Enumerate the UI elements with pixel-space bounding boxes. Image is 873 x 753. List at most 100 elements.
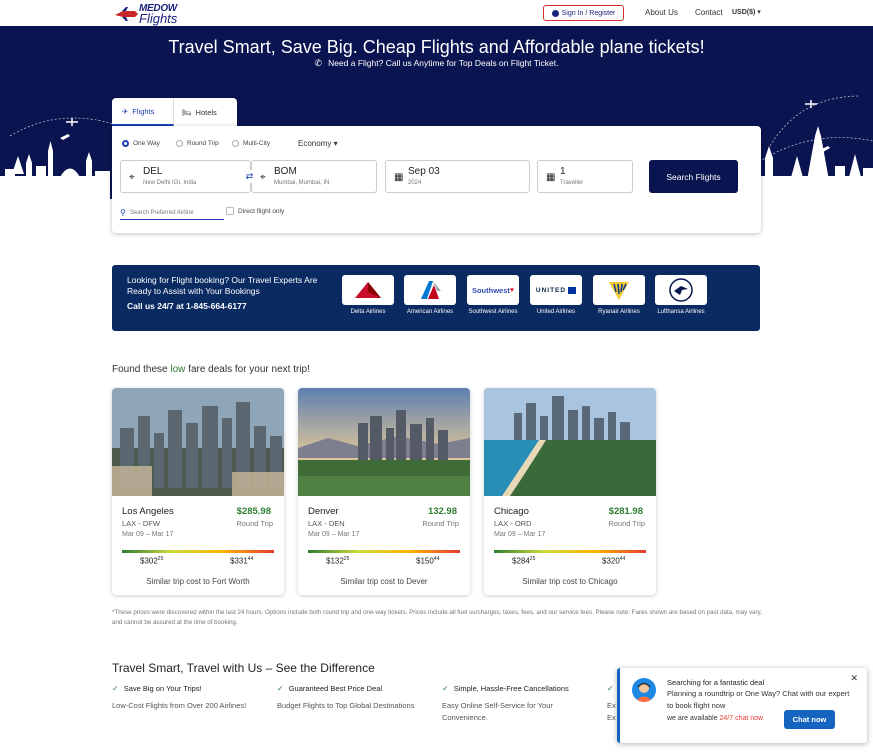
high-price-cents: 44 (619, 556, 626, 562)
banner-phone[interactable]: Call us 24/7 at 1-845-664-6177 (127, 301, 247, 311)
price-disclaimer: *These prices were discovered within the… (112, 609, 762, 626)
from-field[interactable]: ⌖ DEL New Delhi IGI, India (120, 160, 251, 193)
airline-ryanair[interactable]: Ryanair Airlines (593, 275, 645, 317)
to-code: BOM (274, 166, 297, 177)
high-price-cents: 44 (433, 556, 440, 562)
delta-logo (342, 275, 394, 305)
deal-card-denver[interactable]: Denver 132.98 LAX - DEN Round Trip Mar 0… (298, 388, 470, 595)
deal-price: $285.98 (236, 506, 271, 517)
to-detail: Mumbai, Mumbai, IN (274, 180, 330, 186)
feature-item: ✓ Simple, Hassle-Free Cancellations Easy … (442, 684, 592, 724)
tab-hotels[interactable]: 🛏 Hotels (174, 98, 237, 126)
airline-name: Ryanair Airlines (598, 309, 640, 315)
nav-about-link[interactable]: About Us (645, 8, 678, 17)
american-eagle-icon (421, 281, 441, 299)
location-pin-icon: ⌖ (260, 172, 266, 183)
trip-type-label: Round Trip (187, 140, 219, 147)
feature-desc: Budget Flights to Top Global Destination… (277, 701, 415, 710)
travellers-field[interactable]: ▦ 1 Traveller (537, 160, 633, 193)
airline-name: United Airlines (536, 309, 576, 315)
deal-route: LAX - DFW (122, 519, 160, 528)
calendar-icon: ▦ (546, 172, 556, 183)
direct-flight-checkbox[interactable]: Direct flight only (226, 207, 284, 215)
trip-type-one-way[interactable]: One Way (122, 140, 160, 147)
hero-subtitle-text: Need a Flight? Call us Anytime for Top D… (328, 58, 559, 68)
tab-flights-label: Flights (132, 106, 155, 116)
airline-american[interactable]: American Airlines (404, 275, 456, 317)
deal-card-chicago[interactable]: Chicago $281.98 LAX - ORD Round Trip Mar… (484, 388, 656, 595)
heart-icon: ♥ (509, 286, 515, 294)
airline-delta[interactable]: Delta Airlines (342, 275, 394, 317)
low-price-cents: 25 (529, 556, 536, 562)
chat-message: Planning a roundtrip or One Way? Chat wi… (667, 689, 850, 710)
airline-lufthansa[interactable]: Lufthansa Airlines (655, 275, 707, 317)
site-header: MEDOW Flights Sign In / Register About U… (0, 0, 873, 26)
deal-trip-type: Round Trip (422, 519, 459, 528)
airline-southwest[interactable]: Southwest ♥ Southwest Airlines (467, 275, 519, 317)
deal-city: Chicago (494, 506, 529, 517)
preferred-airline-placeholder: Search Preferred Airline (129, 209, 194, 216)
low-price-cents: 25 (157, 556, 164, 562)
plane-logo-icon (115, 7, 138, 21)
tab-flights[interactable]: ✈ Flights (112, 98, 174, 126)
deal-route: LAX - DEN (308, 519, 345, 528)
to-field[interactable]: ⌖ BOM Mumbai, Mumbai, IN (251, 160, 377, 193)
deal-high-price: $32044 (602, 556, 625, 566)
low-price-value: $132 (326, 556, 344, 566)
from-detail: New Delhi IGI, India (143, 180, 197, 186)
preferred-airline-input[interactable]: ⚲ Search Preferred Airline (120, 206, 224, 220)
radio-icon (176, 140, 183, 147)
deal-price: 132.98 (427, 506, 457, 517)
trip-type-round-trip[interactable]: Round Trip (176, 140, 219, 147)
site-logo[interactable]: MEDOW Flights (113, 3, 181, 26)
crane-icon (669, 278, 693, 302)
check-icon: ✓ (112, 684, 119, 693)
airline-united[interactable]: UNITED United Airlines (530, 275, 582, 317)
nav-contact-link[interactable]: Contact (695, 8, 723, 17)
experts-banner: Looking for Flight booking? Our Travel E… (112, 265, 760, 331)
delta-triangle-icon (355, 282, 381, 298)
trip-type-multi-city[interactable]: Multi-City (232, 140, 270, 147)
date-year: 2024 (408, 180, 422, 186)
lufthansa-logo (655, 275, 707, 305)
deal-dates: Mar 09 – Mar 17 (494, 531, 546, 538)
agent-icon (635, 682, 653, 702)
close-icon[interactable]: ✕ (850, 673, 858, 684)
deal-trip-type: Round Trip (608, 519, 645, 528)
agent-avatar (632, 678, 656, 702)
deal-city: Los Angeles (122, 506, 174, 517)
low-price-value: $284 (512, 556, 530, 566)
currency-selector[interactable]: USD($) ▾ (732, 8, 761, 16)
deals-heading-pre: Found these (112, 364, 171, 375)
swap-icon[interactable]: ⇄ (243, 170, 256, 183)
search-flights-button[interactable]: Search Flights (649, 160, 738, 193)
feature-item: ✓ Save Big on Your Trips! Low-Cost Flight… (112, 684, 262, 712)
high-price-value: $320 (602, 556, 620, 566)
trip-type-label: One Way (133, 140, 160, 147)
los-angeles-photo (112, 388, 284, 496)
airline-name: American Airlines (406, 309, 454, 315)
deal-high-price: $33144 (230, 556, 253, 566)
deal-route: LAX - ORD (494, 519, 532, 528)
deals-heading: Found these low fare deals for your next… (112, 364, 310, 375)
southwest-logo: Southwest ♥ (467, 275, 519, 305)
deal-city: Denver (308, 506, 339, 517)
deal-dates: Mar 09 – Mar 17 (122, 531, 174, 538)
features-title: Travel Smart, Travel with Us – See the D… (112, 661, 375, 675)
ryanair-harp-icon (609, 282, 629, 300)
signin-button[interactable]: Sign In / Register (543, 5, 624, 21)
deal-card-los-angeles[interactable]: Los Angeles $285.98 LAX - DFW Round Trip… (112, 388, 284, 595)
chat-now-button[interactable]: Chat now (784, 710, 835, 729)
cabin-class-select[interactable]: Economy ▾ (298, 139, 338, 148)
plane-icon: ✈ (122, 106, 129, 116)
direct-flight-label: Direct flight only (238, 207, 285, 215)
tab-hotels-label: Hotels (195, 107, 217, 117)
logo-text-bottom: Flights (139, 11, 178, 26)
high-price-cents: 44 (247, 556, 254, 562)
radio-icon (232, 140, 239, 147)
date-field[interactable]: ▦ Sep 03 2024 (385, 160, 530, 193)
deal-high-price: $15044 (416, 556, 439, 566)
check-icon: ✓ (442, 684, 449, 693)
date-value: Sep 03 (408, 166, 440, 177)
price-range-bar (122, 550, 274, 553)
